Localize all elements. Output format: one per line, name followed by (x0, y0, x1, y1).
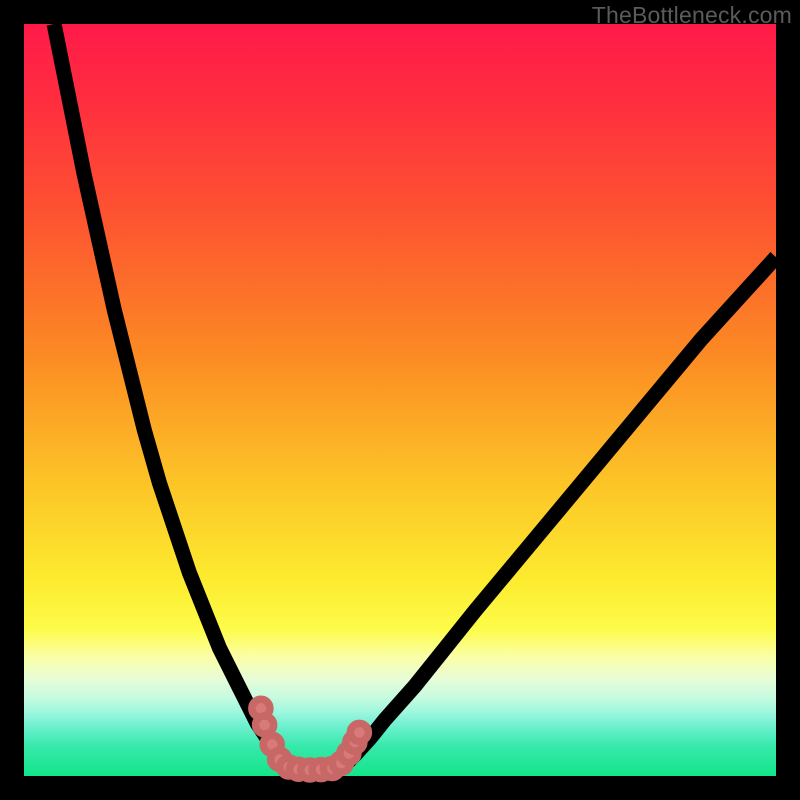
data-marker (350, 723, 368, 741)
chart-overlay (24, 24, 776, 776)
marker-group (252, 699, 369, 779)
curve-left-branch (54, 24, 295, 768)
chart-frame: TheBottleneck.com (0, 0, 800, 800)
data-marker (256, 716, 274, 734)
curve-right-branch (340, 257, 776, 768)
